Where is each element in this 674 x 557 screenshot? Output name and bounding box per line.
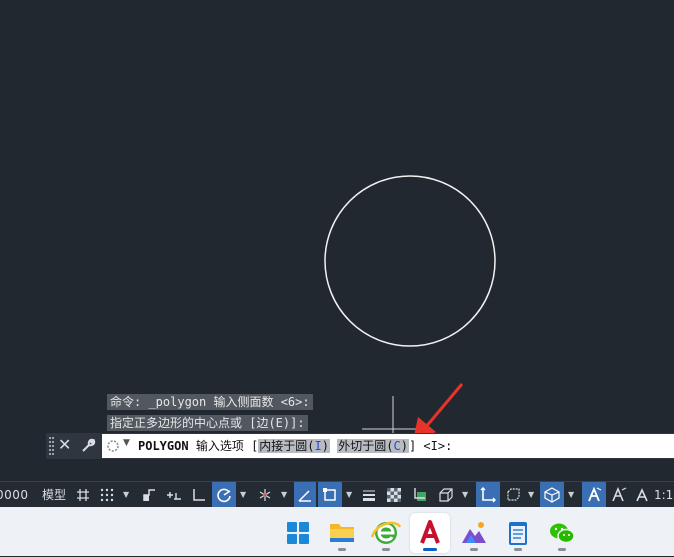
notepad-icon[interactable] (498, 513, 538, 553)
autocad-icon[interactable] (410, 513, 450, 553)
gizmo-dropdown-icon[interactable]: ▼ (528, 490, 534, 499)
object-snap-dropdown-icon[interactable]: ▼ (346, 490, 352, 499)
grid-icon[interactable] (72, 482, 94, 507)
snap-icon[interactable] (96, 482, 118, 507)
wrench-icon[interactable] (80, 437, 96, 457)
windows-taskbar (0, 507, 674, 556)
dynamic-input-icon[interactable] (162, 482, 186, 507)
annotation-visibility-icon[interactable] (582, 482, 606, 507)
auto-scale-icon[interactable] (608, 482, 630, 507)
chevron-down-icon[interactable]: ▼ (123, 438, 130, 448)
object-snap-tracking-icon[interactable] (294, 482, 316, 507)
model-space-button[interactable]: 模型 (38, 482, 70, 507)
annotation-scale-icon[interactable] (632, 482, 652, 507)
command-keyword: POLYGON (138, 439, 189, 453)
drawing-canvas[interactable]: 命令: _polygon 输入侧面数 <6>: 指定正多边形的中心点或 [边(E… (0, 0, 674, 460)
3d-snap-dropdown-icon[interactable]: ▼ (462, 490, 468, 499)
object-snap-icon[interactable] (318, 482, 342, 507)
command-prompt-text: 输入选项 (195, 439, 244, 453)
selection-cycling-icon[interactable] (408, 482, 432, 507)
paint-app-icon[interactable] (454, 513, 494, 553)
browser-icon[interactable] (366, 513, 406, 553)
workspace-cube-icon[interactable] (540, 482, 564, 507)
history-line-2: 指定正多边形的中心点或 [边(E)]: (107, 415, 308, 431)
drawn-circle[interactable] (324, 175, 496, 347)
option-inscribed[interactable]: 内接于圆(I) (258, 439, 330, 453)
command-prompt: POLYGON 输入选项 [内接于圆(I) 外切于圆(C)] <I>: (138, 438, 452, 454)
history-line-1: 命令: _polygon 输入侧面数 <6>: (107, 394, 313, 410)
snap-dropdown-icon[interactable]: ▼ (123, 490, 129, 499)
isometric-icon[interactable] (254, 482, 276, 507)
file-explorer-icon[interactable] (322, 513, 362, 553)
polar-tracking-icon[interactable] (212, 482, 236, 507)
drawing-svg (324, 175, 496, 445)
command-input[interactable]: ▼ POLYGON 输入选项 [内接于圆(I) 外切于圆(C)] <I>: (102, 434, 674, 458)
polar-dropdown-icon[interactable]: ▼ (240, 490, 246, 499)
transparency-icon[interactable] (382, 482, 406, 507)
lineweight-icon[interactable] (358, 482, 380, 507)
status-bar: 0000 模型 ▼ ▼ ▼ ▼ ▼ ▼ (0, 481, 674, 507)
wechat-icon[interactable] (542, 513, 582, 553)
close-icon[interactable]: ✕ (58, 435, 71, 454)
annotation-scale-value[interactable]: 1:1 (654, 482, 674, 507)
default-option: <I>: (423, 439, 453, 453)
scale-readout[interactable]: 0000 (0, 482, 36, 507)
windows-start-icon[interactable] (278, 513, 318, 553)
crosshair-cursor (362, 396, 424, 433)
infer-constraints-icon[interactable] (138, 482, 160, 507)
bracket-close: ] (408, 439, 417, 453)
grip-handle[interactable] (49, 437, 54, 455)
workspace-dropdown-icon[interactable]: ▼ (568, 490, 574, 499)
isometric-dropdown-icon[interactable]: ▼ (281, 490, 287, 499)
ortho-icon[interactable] (188, 482, 210, 507)
command-search-icon[interactable] (106, 439, 120, 453)
option-circumscribed[interactable]: 外切于圆(C) (337, 439, 409, 453)
ucs-icon[interactable] (476, 482, 500, 507)
gizmo-icon[interactable] (502, 482, 524, 507)
3d-object-snap-icon[interactable] (434, 482, 458, 507)
command-line: ✕ ▼ POLYGON 输入选项 [内接于圆(I) 外切于圆(C)] <I>: (46, 433, 674, 459)
